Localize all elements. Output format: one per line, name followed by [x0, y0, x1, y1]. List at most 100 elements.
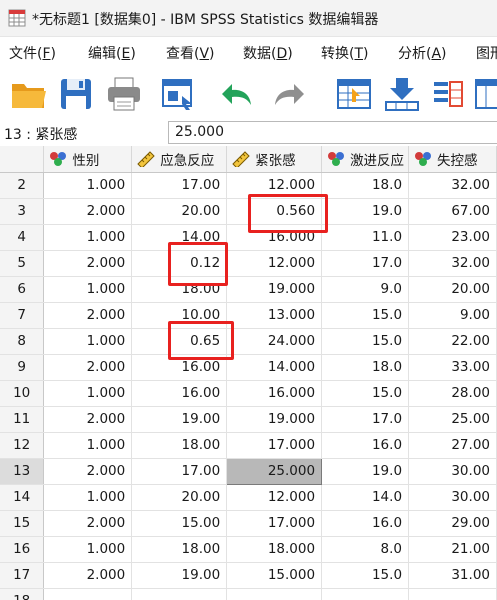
cell-gender[interactable]: 1.000 [43, 276, 133, 303]
cell-loss-of-control[interactable] [408, 588, 497, 600]
row-number[interactable]: 4 [0, 224, 45, 251]
cell-gender[interactable] [43, 588, 133, 600]
cell-tension[interactable]: 12.000 [226, 250, 323, 277]
cell-loss-of-control[interactable]: 25.00 [408, 406, 497, 433]
redo-icon[interactable] [270, 74, 310, 114]
cell-gender[interactable]: 2.000 [43, 562, 133, 589]
cell-loss-of-control[interactable]: 30.00 [408, 484, 497, 511]
cell-tension[interactable]: 19.000 [226, 276, 323, 303]
column-header-tension[interactable]: 紧张感 [226, 146, 323, 173]
menu-view[interactable]: 查看(V) [166, 43, 215, 63]
value-labels-icon[interactable] [472, 74, 497, 114]
cell-emergency-reaction[interactable]: 16.00 [131, 354, 228, 381]
cell-aggressive-reaction[interactable]: 19.0 [321, 198, 410, 225]
cell-gender[interactable]: 1.000 [43, 484, 133, 511]
variables-icon[interactable] [428, 74, 468, 114]
cell-aggressive-reaction[interactable]: 18.0 [321, 172, 410, 199]
cell-aggressive-reaction[interactable]: 17.0 [321, 250, 410, 277]
cell-loss-of-control[interactable]: 23.00 [408, 224, 497, 251]
row-number[interactable]: 5 [0, 250, 45, 277]
cell-aggressive-reaction[interactable]: 15.0 [321, 328, 410, 355]
cell-loss-of-control[interactable]: 67.00 [408, 198, 497, 225]
cell-emergency-reaction[interactable]: 0.65 [131, 328, 228, 355]
cell-tension[interactable]: 24.000 [226, 328, 323, 355]
cell-value-input[interactable]: 25.000 [168, 121, 497, 144]
column-header-gender[interactable]: 性别 [43, 146, 133, 173]
cell-aggressive-reaction[interactable]: 15.0 [321, 562, 410, 589]
cell-gender[interactable]: 1.000 [43, 536, 133, 563]
cell-loss-of-control[interactable]: 20.00 [408, 276, 497, 303]
cell-emergency-reaction[interactable]: 17.00 [131, 172, 228, 199]
cell-gender[interactable]: 2.000 [43, 406, 133, 433]
save-icon[interactable] [56, 74, 96, 114]
cell-loss-of-control[interactable]: 32.00 [408, 172, 497, 199]
menu-analyze[interactable]: 分析(A) [398, 43, 447, 63]
menu-transform[interactable]: 转换(T) [321, 43, 369, 63]
goto-case-icon[interactable] [334, 74, 374, 114]
cell-loss-of-control[interactable]: 31.00 [408, 562, 497, 589]
cell-tension[interactable] [226, 588, 323, 600]
cell-loss-of-control[interactable]: 32.00 [408, 250, 497, 277]
cell-aggressive-reaction[interactable]: 19.0 [321, 458, 410, 485]
cell-loss-of-control[interactable]: 27.00 [408, 432, 497, 459]
cell-tension[interactable]: 25.000 [226, 457, 323, 485]
column-header-aggressive-reaction[interactable]: 激进反应 [321, 146, 410, 173]
column-header-emergency-reaction[interactable]: 应急反应 [131, 146, 228, 173]
cell-gender[interactable]: 1.000 [43, 380, 133, 407]
cell-gender[interactable]: 2.000 [43, 302, 133, 329]
cell-tension[interactable]: 12.000 [226, 172, 323, 199]
cell-aggressive-reaction[interactable]: 16.0 [321, 510, 410, 537]
cell-emergency-reaction[interactable]: 19.00 [131, 562, 228, 589]
row-number[interactable]: 11 [0, 406, 45, 433]
cell-loss-of-control[interactable]: 9.00 [408, 302, 497, 329]
cell-loss-of-control[interactable]: 29.00 [408, 510, 497, 537]
undo-icon[interactable] [216, 74, 256, 114]
column-header-loss-of-control[interactable]: 失控感 [408, 146, 497, 173]
menu-file[interactable]: 文件(F) [9, 43, 56, 63]
cell-tension[interactable]: 12.000 [226, 484, 323, 511]
row-number[interactable]: 13 [0, 458, 45, 485]
cell-loss-of-control[interactable]: 33.00 [408, 354, 497, 381]
cell-aggressive-reaction[interactable]: 11.0 [321, 224, 410, 251]
cell-aggressive-reaction[interactable] [321, 588, 410, 600]
cell-tension[interactable]: 13.000 [226, 302, 323, 329]
goto-variable-icon[interactable] [382, 74, 422, 114]
cell-emergency-reaction[interactable]: 20.00 [131, 198, 228, 225]
menu-edit[interactable]: 编辑(E) [88, 43, 136, 63]
row-number[interactable]: 2 [0, 172, 45, 199]
cell-gender[interactable]: 1.000 [43, 172, 133, 199]
row-number[interactable]: 18 [0, 588, 45, 600]
row-number[interactable]: 17 [0, 562, 45, 589]
row-number[interactable]: 16 [0, 536, 45, 563]
cell-emergency-reaction[interactable]: 18.00 [131, 536, 228, 563]
cell-tension[interactable]: 18.000 [226, 536, 323, 563]
cell-aggressive-reaction[interactable]: 15.0 [321, 302, 410, 329]
cell-gender[interactable]: 1.000 [43, 224, 133, 251]
row-number[interactable]: 6 [0, 276, 45, 303]
cell-aggressive-reaction[interactable]: 16.0 [321, 432, 410, 459]
cell-emergency-reaction[interactable]: 19.00 [131, 406, 228, 433]
cell-aggressive-reaction[interactable]: 17.0 [321, 406, 410, 433]
cell-aggressive-reaction[interactable]: 18.0 [321, 354, 410, 381]
cell-tension[interactable]: 17.000 [226, 432, 323, 459]
dialog-recall-icon[interactable] [158, 74, 198, 114]
cell-tension[interactable]: 17.000 [226, 510, 323, 537]
cell-gender[interactable]: 2.000 [43, 250, 133, 277]
cell-gender[interactable]: 2.000 [43, 198, 133, 225]
cell-gender[interactable]: 2.000 [43, 458, 133, 485]
row-number[interactable]: 9 [0, 354, 45, 381]
cell-aggressive-reaction[interactable]: 14.0 [321, 484, 410, 511]
cell-tension[interactable]: 0.560 [226, 198, 323, 225]
row-number[interactable]: 12 [0, 432, 45, 459]
cell-gender[interactable]: 1.000 [43, 432, 133, 459]
cell-aggressive-reaction[interactable]: 9.0 [321, 276, 410, 303]
cell-tension[interactable]: 16.000 [226, 380, 323, 407]
row-number[interactable]: 3 [0, 198, 45, 225]
cell-emergency-reaction[interactable]: 18.00 [131, 432, 228, 459]
cell-loss-of-control[interactable]: 28.00 [408, 380, 497, 407]
cell-gender[interactable]: 1.000 [43, 328, 133, 355]
row-number[interactable]: 15 [0, 510, 45, 537]
cell-emergency-reaction[interactable]: 15.00 [131, 510, 228, 537]
cell-emergency-reaction[interactable]: 14.00 [131, 224, 228, 251]
cell-tension[interactable]: 16.000 [226, 224, 323, 251]
